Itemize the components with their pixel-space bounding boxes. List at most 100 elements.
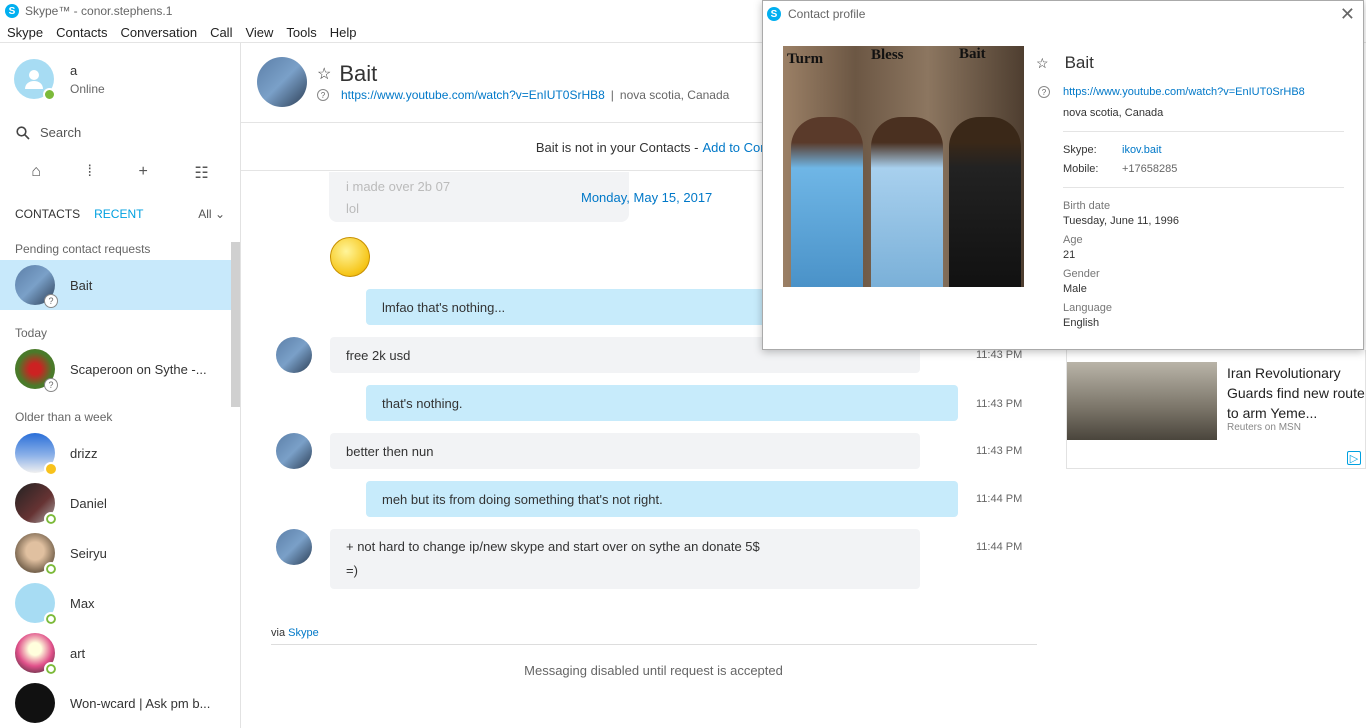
list-item[interactable]: Daniel <box>0 478 231 528</box>
skype-id-value[interactable]: ikov.bait <box>1122 144 1162 156</box>
avatar: ? <box>15 265 58 308</box>
skype-link[interactable]: Skype <box>288 627 319 639</box>
conversation-title: ☆ Bait <box>317 61 377 87</box>
search-icon <box>16 125 30 140</box>
photo-figure <box>949 117 1021 287</box>
sidebar-toolbar: ⌂ ⁞ + ☷ <box>0 163 240 183</box>
dialpad-icon[interactable]: ⁞ <box>87 163 91 183</box>
menu-contacts[interactable]: Contacts <box>49 25 113 40</box>
conversation-avatar[interactable] <box>257 57 307 107</box>
avatar <box>15 683 55 723</box>
avatar <box>15 483 58 526</box>
list-item[interactable]: Max <box>0 578 231 628</box>
mobile-row: Mobile: +17658285 <box>1063 163 1177 175</box>
add-to-contacts-link[interactable]: Add to Cont <box>702 140 771 155</box>
contact-name: Daniel <box>70 495 107 511</box>
filter-dropdown[interactable]: All ⌄ <box>198 207 225 221</box>
contact-tabs: CONTACTS RECENT All ⌄ <box>15 207 225 221</box>
message-text: that's nothing. <box>382 395 463 411</box>
contact-name: Won-wcard | Ask pm b... <box>70 695 211 711</box>
message-text: better then nun <box>346 443 434 459</box>
message-time: 11:44 PM <box>976 493 1023 505</box>
star-icon[interactable]: ☆ <box>317 64 331 84</box>
list-item[interactable]: ? Bait <box>0 260 231 310</box>
message-bubble-incoming: + not hard to change ip/new skype and st… <box>330 529 920 589</box>
ad-panel[interactable]: Iran Revolutionary Guards find new route… <box>1066 350 1366 469</box>
message-bubble-outgoing: that's nothing. <box>366 385 958 421</box>
my-avatar <box>14 59 56 101</box>
info-icon: ? <box>1038 86 1050 98</box>
notice-text: Bait is not in your Contacts - <box>535 139 699 155</box>
contact-card-icon[interactable]: ☷ <box>194 163 208 183</box>
gender-value: Male <box>1063 283 1087 295</box>
ad-title[interactable]: Iran Revolutionary Guards find new route… <box>1227 363 1366 423</box>
sender-avatar <box>276 529 312 565</box>
via-text: via <box>271 627 286 639</box>
message-bubble-incoming: better then nun <box>330 433 920 469</box>
divider <box>1063 187 1344 188</box>
online-status-icon <box>44 662 58 676</box>
conversation-name: Bait <box>339 61 378 86</box>
search-box[interactable]: Search <box>16 125 81 140</box>
menu-tools[interactable]: Tools <box>279 25 322 40</box>
birth-date-label: Birth date <box>1063 200 1111 212</box>
add-icon[interactable]: + <box>138 163 147 183</box>
message-bubble-outgoing: meh but its from doing something that's … <box>366 481 958 517</box>
online-status-icon <box>43 88 56 101</box>
message-text: meh but its from doing something that's … <box>382 491 663 507</box>
tab-contacts[interactable]: CONTACTS <box>15 207 80 221</box>
skype-id-label: Skype: <box>1063 144 1097 156</box>
sender-avatar <box>276 337 312 373</box>
person-icon <box>25 70 43 89</box>
gender-label: Gender <box>1063 268 1100 280</box>
ad-image[interactable] <box>1067 362 1217 440</box>
contact-name: Scaperoon on Sythe -... <box>70 361 207 377</box>
menu-conversation[interactable]: Conversation <box>113 25 203 40</box>
pending-status-icon: ? <box>44 294 58 308</box>
list-item[interactable]: Won-wcard | Ask pm b... <box>0 678 231 728</box>
menu-skype[interactable]: Skype <box>0 25 49 40</box>
sidebar-scrollbar[interactable] <box>231 242 240 407</box>
profile-titlebar: S Contact profile <box>763 1 1363 27</box>
contact-name: art <box>70 645 86 661</box>
message-text: free 2k usd <box>346 347 411 363</box>
online-status-icon <box>44 612 58 626</box>
search-placeholder: Search <box>40 125 82 140</box>
photo-label: Turm <box>787 51 824 67</box>
conversation-url-link[interactable]: https://www.youtube.com/watch?v=EnIUT0Sr… <box>341 88 605 102</box>
adchoices-icon[interactable]: ▷ <box>1347 451 1361 465</box>
list-item[interactable]: ? Scaperoon on Sythe -... <box>0 344 231 394</box>
messaging-disabled-notice: Messaging disabled until request is acce… <box>524 663 783 678</box>
profile-location: nova scotia, Canada <box>1063 107 1164 119</box>
photo-figure <box>791 117 863 287</box>
my-profile[interactable]: a Online <box>14 59 105 101</box>
skype-logo-icon: S <box>767 7 781 21</box>
section-older: Older than a week <box>15 410 113 424</box>
profile-url-link[interactable]: https://www.youtube.com/watch?v=EnIUT0Sr… <box>1063 86 1305 98</box>
my-name: a <box>70 62 78 78</box>
menu-view[interactable]: View <box>238 25 279 40</box>
mobile-value[interactable]: +17658285 <box>1122 163 1177 175</box>
filter-label: All <box>198 207 212 221</box>
online-status-icon <box>44 512 58 526</box>
tab-recent[interactable]: RECENT <box>94 207 143 221</box>
gender-field: Gender Male <box>1063 268 1100 295</box>
home-icon[interactable]: ⌂ <box>31 163 41 183</box>
close-icon[interactable]: ✕ <box>1340 4 1355 25</box>
birth-date-value: Tuesday, June 11, 1996 <box>1063 215 1179 227</box>
section-pending: Pending contact requests <box>15 242 151 256</box>
list-item[interactable]: drizz <box>0 428 231 478</box>
via-skype-label: via Skype <box>271 627 319 639</box>
message-text: =) <box>346 563 358 578</box>
list-item[interactable]: art <box>0 628 231 678</box>
menu-help[interactable]: Help <box>323 25 363 40</box>
photo-label: Bless <box>871 47 904 63</box>
chevron-down-icon: ⌄ <box>214 207 225 221</box>
message-time: 11:44 PM <box>976 541 1023 553</box>
menu-call[interactable]: Call <box>203 25 238 40</box>
star-icon[interactable]: ☆ <box>1036 55 1049 72</box>
ad-source: Reuters on MSN <box>1227 422 1301 433</box>
list-item[interactable]: Seiryu <box>0 528 231 578</box>
avatar: ? <box>15 349 58 392</box>
photo-figure <box>871 117 943 287</box>
